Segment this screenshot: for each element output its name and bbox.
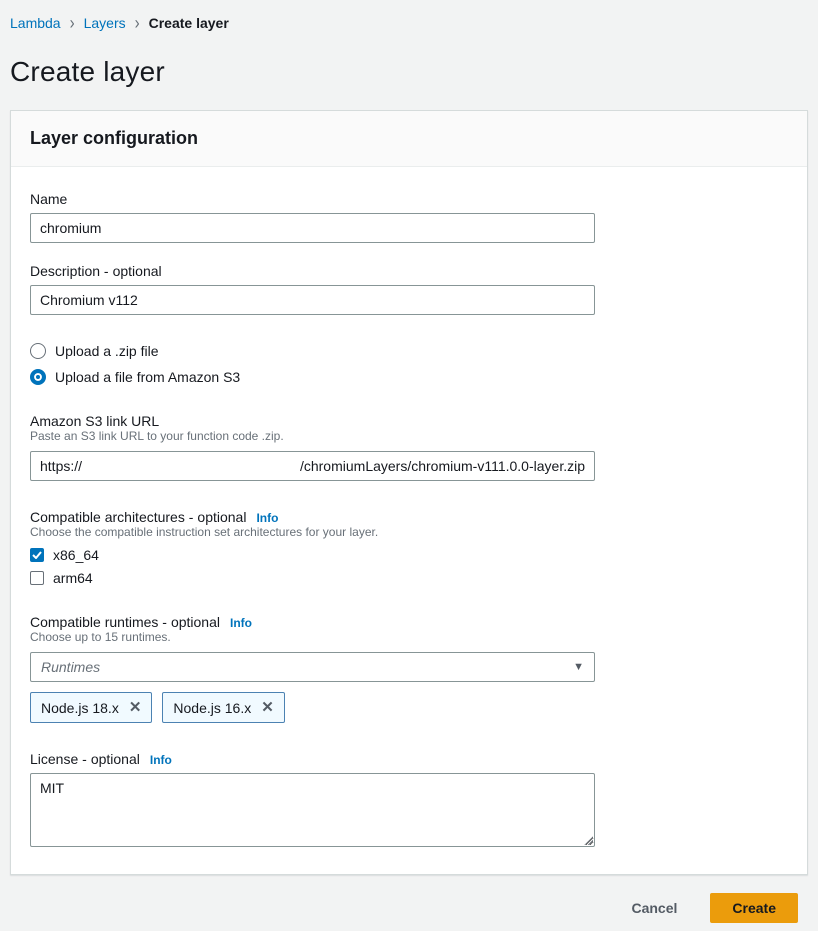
runtimes-info-link[interactable]: Info — [230, 616, 252, 630]
license-label: License - — [30, 751, 87, 767]
license-info-link[interactable]: Info — [150, 753, 172, 767]
architectures-field-group: Compatible architectures - optional Info… — [30, 509, 788, 586]
create-button[interactable]: Create — [710, 893, 798, 923]
s3-url-help-text: Paste an S3 link URL to your function co… — [30, 429, 788, 443]
card-title: Layer configuration — [30, 128, 788, 149]
breadcrumb: Lambda › Layers › Create layer — [10, 0, 808, 31]
radio-upload-s3-label: Upload a file from Amazon S3 — [55, 369, 240, 385]
name-input[interactable] — [30, 213, 595, 243]
runtimes-optional-label: optional — [171, 614, 220, 630]
description-optional-label: optional — [113, 263, 162, 279]
checkbox-arm64-label: arm64 — [53, 570, 93, 586]
runtimes-label: Compatible runtimes - — [30, 614, 167, 630]
s3-url-label: Amazon S3 link URL — [30, 413, 159, 429]
create-layer-page: Lambda › Layers › Create layer Create la… — [0, 0, 818, 923]
chip-nodejs-16-label: Node.js 16.x — [173, 700, 251, 716]
radio-selected-icon[interactable] — [30, 369, 46, 385]
check-icon — [32, 551, 42, 559]
runtime-chips: Node.js 18.x ✕ Node.js 16.x ✕ — [30, 692, 788, 723]
breadcrumb-link-lambda[interactable]: Lambda — [10, 15, 61, 31]
layer-configuration-card: Layer configuration Name Description - o… — [10, 110, 808, 875]
architectures-info-link[interactable]: Info — [256, 511, 278, 525]
checkbox-unchecked-icon[interactable] — [30, 571, 44, 585]
s3-url-field-group: Amazon S3 link URL Paste an S3 link URL … — [30, 413, 788, 481]
radio-upload-zip[interactable]: Upload a .zip file — [30, 343, 788, 359]
close-icon[interactable]: ✕ — [261, 700, 274, 715]
radio-upload-s3[interactable]: Upload a file from Amazon S3 — [30, 369, 788, 385]
close-icon[interactable]: ✕ — [129, 700, 142, 715]
license-field-group: License - optional Info MIT — [30, 751, 788, 847]
description-label: Description - — [30, 263, 109, 279]
s3-url-suffix: /chromiumLayers/chromium-v111.0.0-layer.… — [300, 458, 585, 474]
page-title: Create layer — [10, 56, 808, 88]
s3-url-prefix: https:// — [40, 458, 82, 474]
radio-unselected-icon[interactable] — [30, 343, 46, 359]
chip-nodejs-16: Node.js 16.x ✕ — [162, 692, 284, 723]
card-body: Name Description - optional Upload a .zi… — [11, 167, 807, 874]
name-field-group: Name — [30, 191, 788, 243]
runtimes-help-text: Choose up to 15 runtimes. — [30, 630, 788, 644]
checkbox-arm64[interactable]: arm64 — [30, 570, 788, 586]
name-label: Name — [30, 191, 67, 207]
runtimes-select[interactable]: Runtimes ▼ — [30, 652, 595, 682]
license-textarea[interactable]: MIT — [30, 773, 595, 847]
card-header: Layer configuration — [11, 111, 807, 167]
description-input[interactable] — [30, 285, 595, 315]
chevron-right-icon: › — [135, 14, 140, 33]
breadcrumb-current: Create layer — [149, 15, 229, 31]
chip-nodejs-18: Node.js 18.x ✕ — [30, 692, 152, 723]
checkbox-x86-64-label: x86_64 — [53, 547, 99, 563]
radio-upload-zip-label: Upload a .zip file — [55, 343, 159, 359]
architectures-label: Compatible architectures - — [30, 509, 193, 525]
s3-url-input[interactable]: https:// /chromiumLayers/chromium-v111.0… — [30, 451, 595, 481]
runtimes-select-placeholder: Runtimes — [41, 659, 100, 675]
upload-source-radio-group: Upload a .zip file Upload a file from Am… — [30, 343, 788, 385]
runtimes-field-group: Compatible runtimes - optional Info Choo… — [30, 614, 788, 723]
breadcrumb-link-layers[interactable]: Layers — [84, 15, 126, 31]
architectures-optional-label: optional — [197, 509, 246, 525]
description-field-group: Description - optional — [30, 263, 788, 315]
cancel-button[interactable]: Cancel — [631, 894, 677, 922]
caret-down-icon: ▼ — [573, 661, 584, 673]
chip-nodejs-18-label: Node.js 18.x — [41, 700, 119, 716]
checkbox-x86-64[interactable]: x86_64 — [30, 547, 788, 563]
chevron-right-icon: › — [70, 14, 75, 33]
checkbox-checked-icon[interactable] — [30, 548, 44, 562]
architectures-help-text: Choose the compatible instruction set ar… — [30, 525, 788, 539]
license-optional-label: optional — [91, 751, 140, 767]
footer-actions: Cancel Create — [10, 875, 808, 923]
